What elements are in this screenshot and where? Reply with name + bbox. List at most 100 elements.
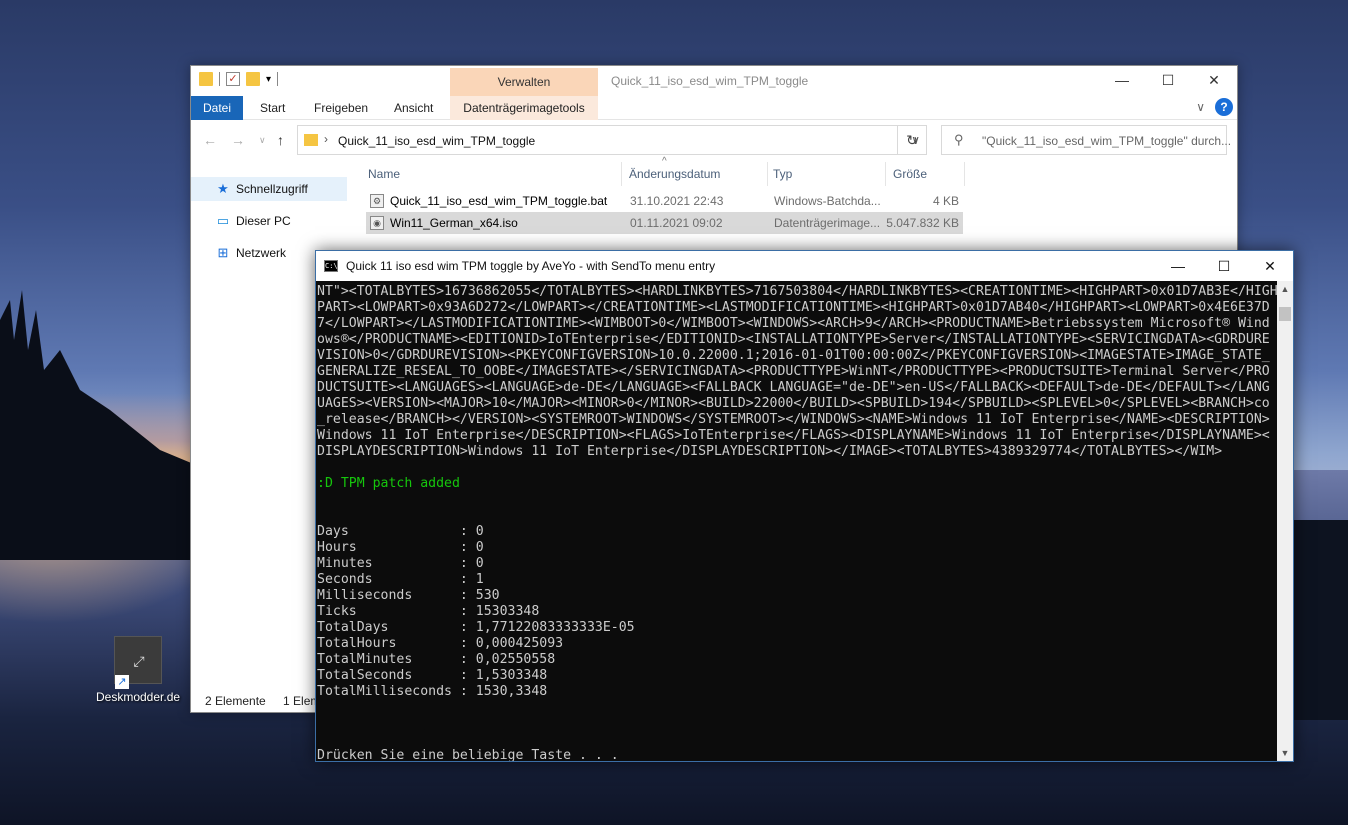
tab-freigeben[interactable]: Freigeben bbox=[314, 96, 368, 120]
console-output[interactable]: NT"><TOTALBYTES>16736862055</TOTALBYTES>… bbox=[316, 281, 1278, 761]
desktop-icon-label: Deskmodder.de bbox=[96, 690, 181, 704]
recent-locations-icon[interactable]: ∨ bbox=[259, 135, 266, 146]
search-icon: ⚲ bbox=[954, 132, 964, 147]
up-icon[interactable]: ↑ bbox=[277, 132, 284, 148]
folder-icon bbox=[304, 134, 318, 146]
maximize-icon[interactable]: ☐ bbox=[1201, 251, 1247, 281]
explorer-titlebar: ✓ ▾ Verwalten Quick_11_iso_esd_wim_TPM_t… bbox=[191, 66, 1237, 96]
console-line: Hours : 0 bbox=[317, 540, 484, 555]
console-window: C:\ Quick 11 iso esd wim TPM toggle by A… bbox=[315, 250, 1294, 762]
address-bar[interactable]: › Quick_11_iso_esd_wim_TPM_toggle ∨ bbox=[297, 125, 927, 155]
scroll-down-icon[interactable]: ▼ bbox=[1277, 745, 1293, 761]
console-line: TotalHours : 0,000425093 bbox=[317, 636, 564, 651]
tab-datei[interactable]: Datei bbox=[191, 96, 243, 120]
table-row[interactable]: ◉ Win11_German_x64.iso 01.11.2021 09:02 … bbox=[366, 212, 963, 234]
toolbar-divider bbox=[219, 72, 220, 86]
tab-start[interactable]: Start bbox=[260, 96, 285, 120]
batch-file-icon: ⚙ bbox=[370, 194, 384, 208]
column-divider[interactable] bbox=[885, 162, 886, 186]
customize-toolbar-icon[interactable]: ▾ bbox=[266, 74, 271, 85]
console-line: TotalMinutes : 0,02550558 bbox=[317, 652, 556, 667]
network-icon: ⊞ bbox=[217, 245, 229, 260]
console-scrollbar[interactable]: ▲ ▼ bbox=[1277, 281, 1293, 761]
file-name: Quick_11_iso_esd_wim_TPM_toggle.bat bbox=[390, 194, 608, 208]
console-text: NT"><TOTALBYTES>16736862055</TOTALBYTES>… bbox=[317, 284, 1278, 761]
address-row: ← → ∨ ↑ › Quick_11_iso_esd_wim_TPM_toggl… bbox=[191, 122, 1237, 158]
console-line: TotalSeconds : 1,5303348 bbox=[317, 668, 548, 683]
console-icon: C:\ bbox=[324, 260, 338, 272]
forward-icon[interactable]: → bbox=[231, 132, 245, 148]
close-icon[interactable]: ✕ bbox=[1191, 66, 1237, 94]
sidebar-item-schnellzugriff[interactable]: ★ Schnellzugriff bbox=[191, 177, 347, 201]
expand-ribbon-icon[interactable]: ∨ bbox=[1196, 100, 1205, 114]
close-icon[interactable]: ✕ bbox=[1247, 251, 1293, 281]
sidebar-item-label: Dieser PC bbox=[236, 214, 291, 228]
quick-access-toolbar: ✓ ▾ bbox=[199, 72, 279, 86]
tab-ansicht[interactable]: Ansicht bbox=[394, 96, 433, 120]
minimize-icon[interactable]: — bbox=[1099, 66, 1145, 94]
link-icon: ⤢ bbox=[133, 653, 145, 669]
chevron-right-icon[interactable]: › bbox=[324, 132, 328, 146]
disc-image-file-icon: ◉ bbox=[370, 216, 384, 230]
column-header-date[interactable]: Änderungsdatum bbox=[627, 162, 767, 186]
console-line: :D TPM patch added bbox=[317, 476, 460, 491]
column-header-type[interactable]: Typ bbox=[771, 162, 881, 186]
console-line: DUCTSUITE><LANGUAGES><LANGUAGE>de-DE</LA… bbox=[317, 380, 1270, 395]
desktop-wallpaper-hill bbox=[1290, 520, 1348, 720]
console-title: Quick 11 iso esd wim TPM toggle by AveYo… bbox=[346, 259, 716, 273]
sidebar-item-dieser-pc[interactable]: ▭ Dieser PC bbox=[191, 209, 347, 233]
column-divider[interactable] bbox=[621, 162, 622, 186]
file-name: Win11_German_x64.iso bbox=[390, 216, 518, 230]
file-date: 01.11.2021 09:02 bbox=[630, 216, 723, 230]
console-line: Days : 0 bbox=[317, 524, 484, 539]
minimize-icon[interactable]: — bbox=[1155, 251, 1201, 281]
window-controls: — ☐ ✕ bbox=[1155, 251, 1293, 281]
column-header-name[interactable]: Name bbox=[366, 162, 621, 186]
table-row[interactable]: ⚙ Quick_11_iso_esd_wim_TPM_toggle.bat 31… bbox=[366, 190, 963, 212]
tab-datentraegerimagetools[interactable]: Datenträgerimagetools bbox=[450, 96, 598, 120]
console-line: Windows 11 IoT Enterprise</DESCRIPTION><… bbox=[317, 428, 1270, 443]
console-line: GENERALIZE_RESEAL_TO_OOBE</IMAGESTATE></… bbox=[317, 364, 1270, 379]
shortcut-arrow-icon: ↗ bbox=[115, 675, 129, 689]
file-type: Datenträgerimage... bbox=[774, 216, 881, 230]
star-icon: ★ bbox=[217, 181, 229, 196]
search-placeholder: "Quick_11_iso_esd_wim_TPM_toggle" durch.… bbox=[982, 134, 1232, 148]
console-line: _release</BRANCH></VERSION><SYSTEMROOT>W… bbox=[317, 412, 1270, 427]
console-line: DISPLAYDESCRIPTION>Windows 11 IoT Enterp… bbox=[317, 444, 1223, 459]
console-line: Drücken Sie eine beliebige Taste . . . bbox=[317, 748, 619, 761]
sidebar-item-label: Netzwerk bbox=[236, 246, 287, 260]
folder-icon bbox=[199, 72, 213, 86]
refresh-button[interactable]: ↻ bbox=[897, 125, 927, 155]
scroll-up-icon[interactable]: ▲ bbox=[1277, 281, 1293, 297]
console-line: Minutes : 0 bbox=[317, 556, 484, 571]
properties-icon[interactable]: ✓ bbox=[226, 72, 240, 86]
contextual-tab-header: Verwalten bbox=[450, 68, 598, 96]
sidebar-item-label: Schnellzugriff bbox=[236, 182, 308, 196]
window-title: Quick_11_iso_esd_wim_TPM_toggle bbox=[611, 74, 809, 88]
console-line: VISION>0</GDRDUREVISION><PKEYCONFIGVERSI… bbox=[317, 348, 1270, 363]
console-line: NT"><TOTALBYTES>16736862055</TOTALBYTES>… bbox=[317, 284, 1278, 299]
console-line: TotalDays : 1,77122083333333E-05 bbox=[317, 620, 635, 635]
window-controls: — ☐ ✕ bbox=[1099, 66, 1237, 94]
computer-icon: ▭ bbox=[216, 213, 230, 228]
column-header-size[interactable]: Größe bbox=[891, 162, 961, 186]
file-size: 5.047.832 KB bbox=[886, 216, 959, 230]
column-divider[interactable] bbox=[964, 162, 965, 186]
column-divider[interactable] bbox=[767, 162, 768, 186]
help-icon[interactable]: ? bbox=[1215, 98, 1233, 116]
address-path[interactable]: Quick_11_iso_esd_wim_TPM_toggle bbox=[338, 134, 535, 148]
scrollbar-thumb[interactable] bbox=[1279, 307, 1291, 321]
maximize-icon[interactable]: ☐ bbox=[1145, 66, 1191, 94]
desktop-shortcut-deskmodder[interactable]: ⤢ ↗ Deskmodder.de bbox=[96, 636, 180, 704]
new-folder-icon[interactable] bbox=[246, 72, 260, 86]
search-input[interactable]: ⚲ "Quick_11_iso_esd_wim_TPM_toggle" durc… bbox=[941, 125, 1231, 155]
back-icon[interactable]: ← bbox=[203, 132, 217, 148]
console-line: TotalMilliseconds : 1530,3348 bbox=[317, 684, 548, 699]
console-line: Seconds : 1 bbox=[317, 572, 484, 587]
file-size: 4 KB bbox=[932, 194, 959, 208]
